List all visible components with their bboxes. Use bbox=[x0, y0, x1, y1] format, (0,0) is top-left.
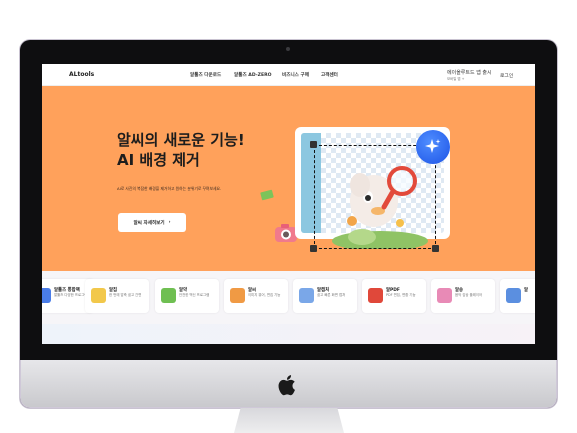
sparkle-icon bbox=[425, 139, 441, 153]
resize-handle-bl[interactable] bbox=[310, 245, 317, 252]
product-desc: 한 번에 압축 쉽고 간편 bbox=[109, 293, 142, 297]
alpdf-icon bbox=[368, 288, 383, 303]
selection-box[interactable] bbox=[314, 145, 436, 249]
apple-logo-icon bbox=[278, 375, 295, 396]
product-desc: PDF 편집, 변환 기능 bbox=[386, 293, 416, 297]
resize-handle-tl[interactable] bbox=[310, 141, 317, 148]
camera-icon bbox=[286, 47, 290, 51]
app-promo-sub: 모바일 앱 + bbox=[447, 77, 465, 81]
nav-item-business[interactable]: 비즈니스 구매 bbox=[282, 72, 309, 78]
login-link[interactable]: 로그인 bbox=[500, 72, 513, 79]
site-logo[interactable]: ALtools bbox=[69, 71, 94, 78]
alsee-icon bbox=[230, 288, 245, 303]
product-more-icon bbox=[506, 288, 521, 303]
product-desc: 쉽고 빠른 화면 캡처 bbox=[317, 293, 346, 297]
green-card-icon bbox=[260, 189, 274, 201]
alyac-icon bbox=[161, 288, 176, 303]
altools-pack-icon bbox=[42, 288, 51, 303]
hero-title: 알씨의 새로운 기능! AI 배경 제거 bbox=[117, 130, 245, 170]
hero-banner: 알씨의 새로운 기능! AI 배경 제거 AI로 사진의 복잡한 배경을 제거하… bbox=[42, 86, 535, 271]
product-desc: 음악 감상 플레이어 bbox=[455, 293, 483, 297]
product-card-alpdf[interactable]: 알PDF PDF 편집, 변환 기능 bbox=[362, 279, 426, 313]
resize-handle-br[interactable] bbox=[432, 245, 439, 252]
ai-sparkle-badge bbox=[416, 130, 450, 164]
app-promo-link[interactable]: 에이올루트드 앱 출시 bbox=[447, 69, 492, 76]
hero-title-line2: AI 배경 제거 bbox=[117, 151, 200, 169]
top-nav: ALtools 알툴즈 다운로드 알툴즈 AD-ZERO 비즈니스 구매 고객센… bbox=[42, 64, 535, 86]
alzip-icon bbox=[91, 288, 106, 303]
product-card-alyac[interactable]: 알약 안전한 백신 프로그램 bbox=[155, 279, 219, 313]
product-name: 알 bbox=[524, 288, 529, 293]
product-desc: 안전한 백신 프로그램 bbox=[179, 293, 210, 297]
product-card-alcapture[interactable]: 알캡처 쉽고 빠른 화면 캡처 bbox=[293, 279, 357, 313]
nav-item-ad-zero[interactable]: 알툴즈 AD-ZERO bbox=[234, 72, 272, 78]
product-card-alsong[interactable]: 알송 음악 감상 플레이어 bbox=[431, 279, 495, 313]
product-card-more[interactable]: 알 bbox=[500, 279, 535, 313]
product-desc: 이미지 뷰어, 편집 기능 bbox=[248, 293, 281, 297]
next-section-preview bbox=[42, 324, 535, 344]
hero-cta-label: 알씨 자세히보기 bbox=[133, 220, 165, 226]
imac-stand bbox=[234, 408, 344, 433]
alsong-icon bbox=[437, 288, 452, 303]
product-card-alsee[interactable]: 알씨 이미지 뷰어, 편집 기능 bbox=[224, 279, 288, 313]
product-strip: 알툴즈 통합팩 알툴즈 다양한 프로그램 알집 한 번에 압축 쉽고 간편 알약… bbox=[42, 271, 535, 324]
hero-cta-button[interactable]: 알씨 자세히보기 › bbox=[118, 213, 186, 232]
screen: ALtools 알툴즈 다운로드 알툴즈 AD-ZERO 비즈니스 구매 고객센… bbox=[42, 64, 535, 344]
nav-item-support[interactable]: 고객센터 bbox=[321, 72, 338, 78]
nav-item-download[interactable]: 알툴즈 다운로드 bbox=[190, 72, 221, 78]
hero-title-line1: 알씨의 새로운 기능! bbox=[117, 131, 245, 149]
alcapture-icon bbox=[299, 288, 314, 303]
hero-description: AI로 사진의 복잡한 배경을 제거하고 원하는 분위기로 꾸며보세요. bbox=[117, 186, 222, 191]
product-card-alzip[interactable]: 알집 한 번에 압축 쉽고 간편 bbox=[85, 279, 149, 313]
chevron-right-icon: › bbox=[168, 220, 171, 225]
